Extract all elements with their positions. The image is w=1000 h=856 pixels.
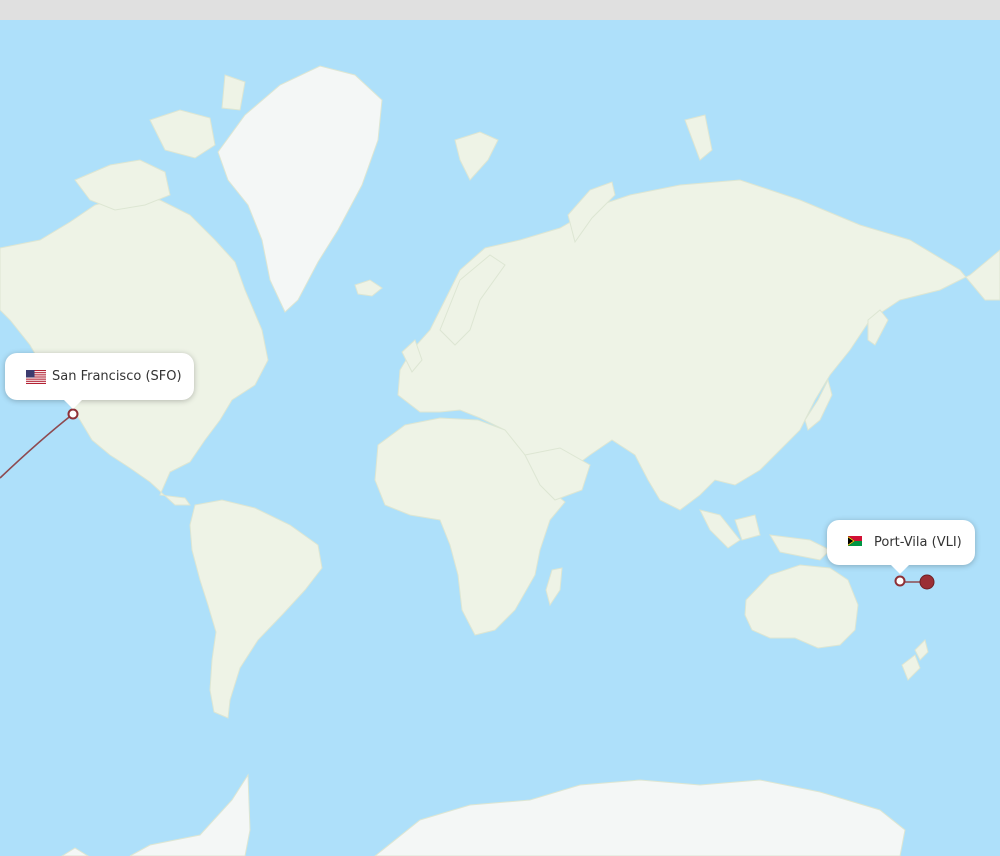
world-map[interactable] xyxy=(0,20,1000,856)
origin-callout[interactable]: San Francisco (SFO) xyxy=(5,353,194,409)
us-flag-icon xyxy=(26,369,46,384)
destination-airport-dot[interactable] xyxy=(919,574,935,590)
destination-label: Port-Vila (VLI) xyxy=(874,535,962,550)
vanuatu-flag-icon xyxy=(848,535,868,550)
destination-marker[interactable] xyxy=(894,575,906,587)
origin-marker[interactable] xyxy=(67,408,79,420)
destination-callout[interactable]: Port-Vila (VLI) xyxy=(827,520,975,574)
top-bar xyxy=(0,0,1000,20)
origin-label: San Francisco (SFO) xyxy=(52,369,182,384)
